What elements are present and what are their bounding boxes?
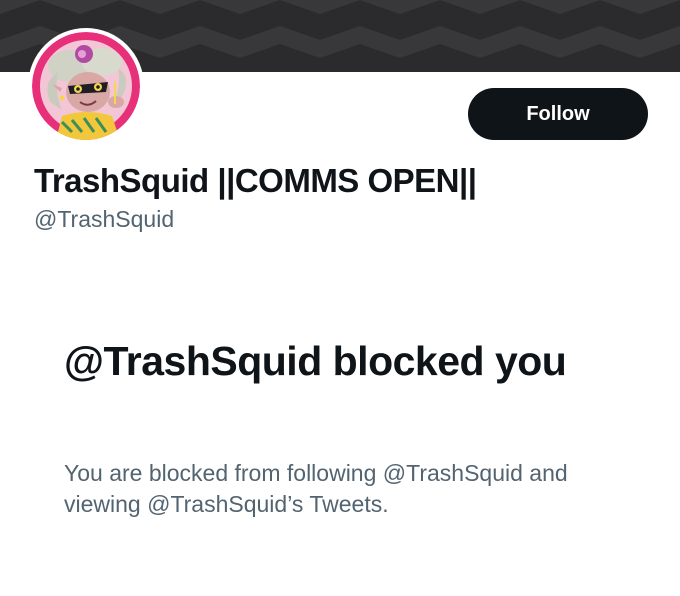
avatar-image (32, 32, 140, 140)
avatar-illustration-icon (32, 32, 140, 140)
avatar[interactable] (28, 28, 144, 144)
follow-button[interactable]: Follow (468, 88, 648, 140)
profile-handle: @TrashSquid (34, 206, 175, 232)
blocked-title: @TrashSquid blocked you (64, 338, 567, 384)
blocked-description: You are blocked from following @TrashSqu… (64, 460, 568, 517)
profile-display-name: TrashSquid ||COMMS OPEN|| (34, 162, 477, 199)
profile-page: Follow TrashSquid ||COMMS OPEN|| @TrashS… (0, 0, 680, 596)
